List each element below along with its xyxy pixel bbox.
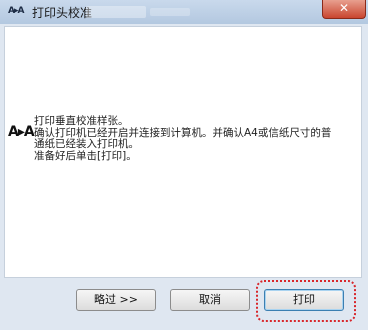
close-icon: ✕ <box>338 1 350 15</box>
title-bar[interactable]: A▸A 打印头校准 ✕ <box>0 0 368 24</box>
print-button-highlight <box>256 280 356 322</box>
window-title: 打印头校准 <box>32 6 93 20</box>
blurred-background-tab <box>86 6 146 18</box>
message-line: 打印垂直校准样张。 <box>34 115 129 127</box>
instruction-message: 打印垂直校准样张。 确认打印机已经开启并连接到计算机。并确认A4或信纸尺寸的普 … <box>34 115 334 162</box>
close-button[interactable]: ✕ <box>322 0 366 19</box>
message-line: 准备好后单击[打印]。 <box>34 149 137 162</box>
cancel-button[interactable]: 取消 <box>170 289 250 311</box>
print-head-alignment-dialog: A▸A 打印头校准 ✕ A▸A 打印垂直校准样张。 确认打印机已经开启并连接到计… <box>0 0 368 330</box>
message-line: 通纸已经装入打印机。 <box>34 138 139 150</box>
app-icon: A▸A <box>8 6 24 16</box>
alignment-icon: A▸A <box>8 124 35 140</box>
blurred-background-tab <box>150 8 190 16</box>
skip-button[interactable]: 略过 >> <box>76 289 156 311</box>
alignment-icon-glyph: A▸A <box>8 124 35 140</box>
